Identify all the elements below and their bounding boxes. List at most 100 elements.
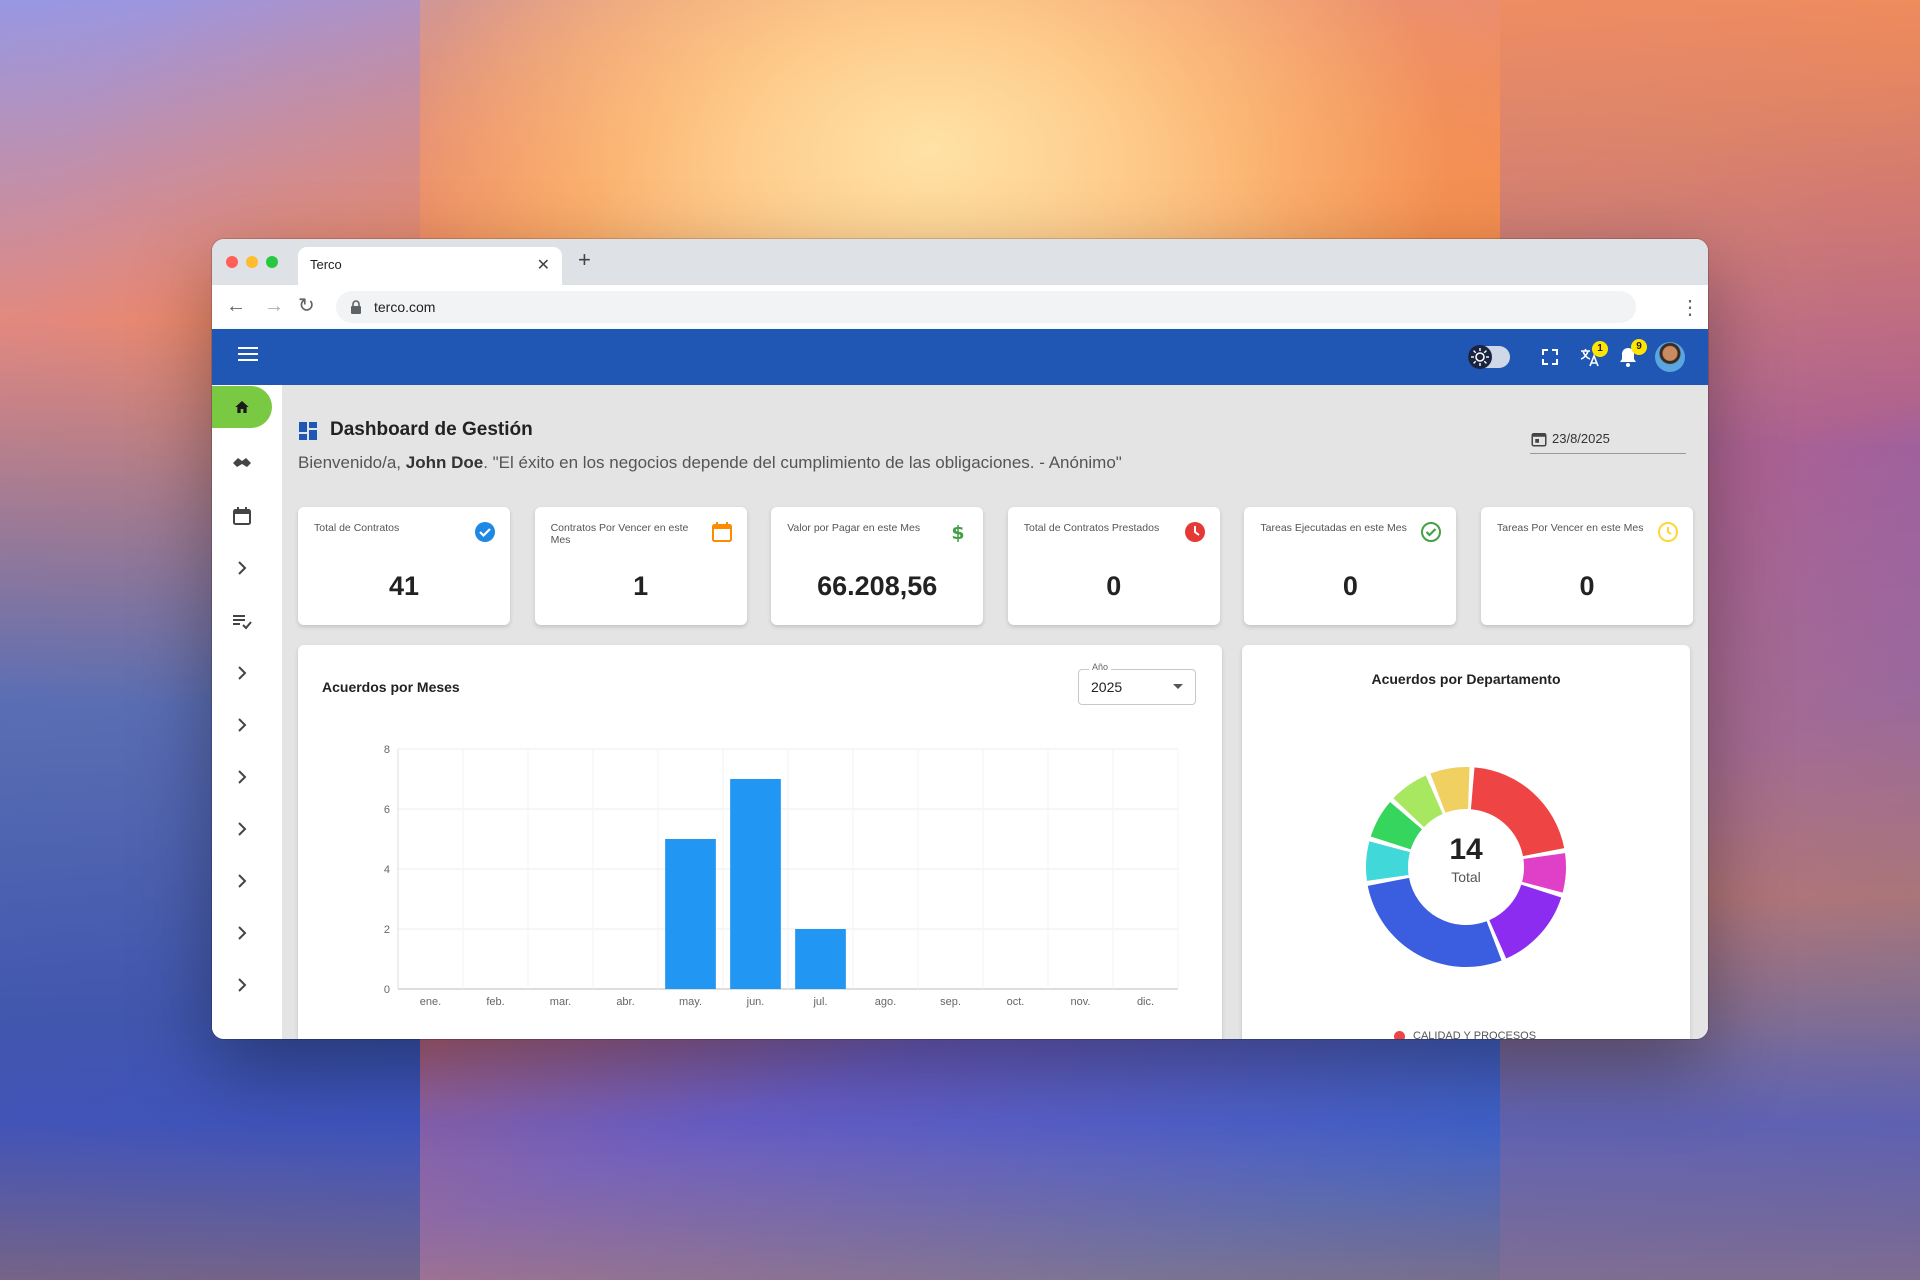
user-name: John Doe [405,453,484,472]
stat-card: Tareas Ejecutadas en este Mes 0 [1244,507,1457,625]
address-bar[interactable]: terco.com [336,291,1636,323]
home-icon [235,401,249,413]
chevron-right-icon[interactable] [230,973,254,997]
y-tick-label: 0 [384,984,390,996]
chevron-right-icon[interactable] [230,661,254,685]
check-outline-icon [1421,522,1442,542]
forward-arrow-icon[interactable]: → [264,295,284,317]
stat-card: Tareas Por Vencer en este Mes 0 [1481,507,1693,625]
x-tick-label: jul. [812,996,827,1008]
stat-card: Total de Contratos Prestados 0 [1007,507,1220,625]
chevron-right-icon[interactable] [230,556,254,580]
tab-strip: Terco ✕ + [212,239,1708,285]
calendar-icon [1531,433,1547,447]
date-picker[interactable]: 23/8/2025 [1530,427,1686,454]
x-tick-label: nov. [1071,996,1091,1008]
y-tick-label: 6 [384,804,390,816]
chevron-right-icon[interactable] [230,713,254,737]
fullscreen-icon[interactable] [1538,345,1562,369]
theme-toggle[interactable] [1468,345,1510,369]
x-tick-label: may. [679,996,702,1008]
y-tick-label: 4 [384,864,390,876]
x-tick-label: abr. [616,996,634,1008]
stat-value: 0 [1106,571,1122,601]
x-tick-label: sep. [940,996,961,1008]
stat-label: Tareas Ejecutadas en este Mes [1260,522,1407,534]
x-tick-label: dic. [1137,996,1154,1008]
stat-label: Total de Contratos [314,522,400,534]
calendar-icon[interactable] [230,504,254,528]
main-content: Dashboard de Gestión Bienvenido/a, John … [282,385,1708,1039]
bar-chart: 0 2 4 6 8 ene. feb. mar. abr. may. jun. jul. ago. sep… [384,744,1179,1008]
x-tick-label: mar. [550,996,571,1008]
browser-menu-icon[interactable]: ⋮ [1680,295,1700,320]
legend-color-dot [1394,1031,1405,1039]
stat-label: Contratos Por Vencer en este Mes [550,522,689,546]
x-tick-label: feb. [486,996,504,1008]
stat-label: Tareas Por Vencer en este Mes [1497,522,1644,534]
stat-value: 66.208,56 [817,571,938,601]
browser-window: Terco ✕ + ← → ↻ terco.com ⋮ 1 9 Dashboar… [212,239,1708,1039]
date-value: 23/8/2025 [1552,431,1610,446]
bar [795,929,846,989]
x-tick-label: oct. [1007,996,1025,1008]
clock-icon [1184,522,1205,542]
agreements-by-month-card: Acuerdos por Meses Año 2025 0 2 4 6 8 ene. feb… [298,645,1222,1039]
donut-slice[interactable] [1489,884,1562,959]
welcome-message: Bienvenido/a, John Doe. "El éxito en los… [298,453,1122,473]
clock-outline-icon [1658,522,1678,542]
agreements-by-department-card: Acuerdos por Departamento 14 Total CALID… [1242,645,1690,1039]
translate-badge: 1 [1592,341,1608,357]
sidebar [212,385,282,1039]
chevron-right-icon[interactable] [230,869,254,893]
stat-value: 0 [1342,571,1358,601]
x-tick-label: ago. [875,996,896,1008]
welcome-prefix: Bienvenido/a, [298,453,406,472]
tab-title: Terco [310,257,342,272]
donut-total: 14 [1449,833,1483,866]
back-arrow-icon[interactable]: ← [226,295,246,317]
browser-toolbar: ← → ↻ terco.com ⋮ [212,285,1708,329]
legend-item-label[interactable]: CALIDAD Y PROCESOS [1413,1030,1536,1039]
stat-value: 1 [633,571,649,601]
sidebar-item-home[interactable] [212,386,272,428]
chevron-right-icon[interactable] [230,817,254,841]
close-window-button[interactable] [226,256,238,268]
url-text: terco.com [374,299,436,315]
tab-close-icon[interactable]: ✕ [537,255,550,275]
svg-text:$: $ [952,522,965,543]
stat-label: Total de Contratos Prestados [1023,522,1160,534]
handshake-icon[interactable] [230,451,254,475]
stat-value: 41 [388,571,420,601]
donut-slice[interactable] [1367,877,1502,967]
stat-card: Total de Contratos 41 [298,507,510,625]
lock-icon [351,300,361,314]
app-header: 1 9 [212,329,1708,385]
dashboard-icon [299,422,317,440]
check-circle-icon [475,522,495,542]
donut-chart-title: Acuerdos por Departamento [1371,671,1561,687]
stat-label: Valor por Pagar en este Mes [787,522,921,534]
stat-card: Contratos Por Vencer en este Mes 1 [534,507,747,625]
stat-card: Valor por Pagar en este Mes $66.208,56 [771,507,984,625]
browser-tab[interactable]: Terco ✕ [298,247,562,285]
donut-total-label: Total [1451,869,1481,885]
chevron-right-icon[interactable] [230,765,254,789]
notifications-badge: 9 [1631,339,1647,355]
page-title: Dashboard de Gestión [330,419,533,440]
bar [665,839,716,989]
minimize-window-button[interactable] [246,256,258,268]
avatar[interactable] [1655,342,1685,372]
bar [730,779,781,989]
x-tick-label: jun. [746,996,765,1008]
playlist-check-icon[interactable] [230,609,254,633]
calendar-icon [711,522,732,542]
menu-icon[interactable] [238,347,258,367]
chevron-right-icon[interactable] [230,921,254,945]
reload-icon[interactable]: ↻ [298,295,315,317]
donut-chart [1366,767,1566,967]
y-tick-label: 2 [384,924,390,936]
dollar-icon: $ [952,522,965,543]
maximize-window-button[interactable] [266,256,278,268]
new-tab-button[interactable]: + [578,249,591,271]
